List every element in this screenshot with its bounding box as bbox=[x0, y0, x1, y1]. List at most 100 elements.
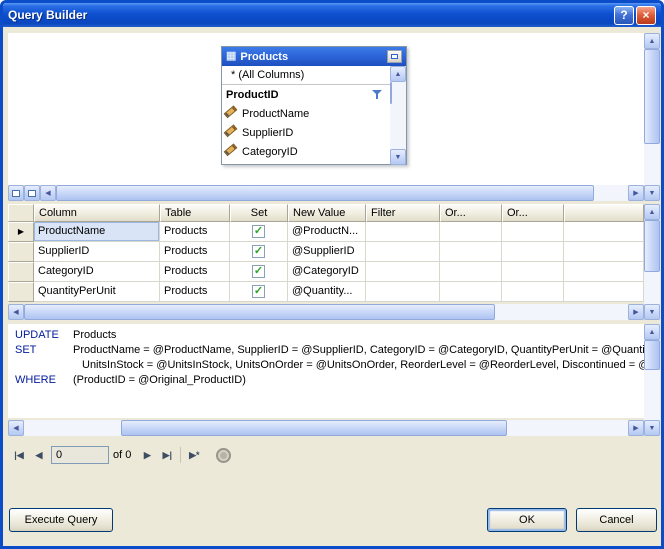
scroll-up-button[interactable]: ▲ bbox=[390, 66, 406, 82]
scroll-down-button[interactable]: ▼ bbox=[644, 304, 660, 320]
scroll-left-button[interactable]: ◀ bbox=[8, 304, 24, 320]
set-checkbox[interactable]: ✓ bbox=[252, 245, 265, 258]
grid-header-filter[interactable]: Filter bbox=[366, 204, 440, 222]
grid-row[interactable]: CategoryID Products ✓ @CategoryID bbox=[8, 262, 644, 282]
diagram-pane[interactable]: ▦ Products * (All Columns) ProductID bbox=[8, 33, 644, 185]
scrollbar-thumb[interactable] bbox=[56, 185, 594, 201]
grid-cell-set[interactable]: ✓ bbox=[230, 282, 288, 302]
grid-cell-or2[interactable] bbox=[502, 222, 564, 242]
grid-cell-filter[interactable] bbox=[366, 262, 440, 282]
grid-cell-or2[interactable] bbox=[502, 242, 564, 262]
scroll-down-button[interactable]: ▼ bbox=[644, 185, 660, 201]
scrollbar-track[interactable] bbox=[644, 340, 660, 420]
grid-cell-or2[interactable] bbox=[502, 282, 564, 302]
scroll-right-button[interactable]: ▶ bbox=[628, 304, 644, 320]
sql-pane[interactable]: UPDATE Products SET ProductName = @Produ… bbox=[8, 324, 644, 418]
table-column-row[interactable]: CategoryID bbox=[222, 142, 390, 161]
set-checkbox[interactable]: ✓ bbox=[252, 285, 265, 298]
products-table-header[interactable]: ▦ Products bbox=[222, 47, 406, 66]
grid-cell-or1[interactable] bbox=[440, 282, 502, 302]
grid-header-new-value[interactable]: New Value bbox=[288, 204, 366, 222]
help-button[interactable]: ? bbox=[614, 6, 634, 25]
grid-cell-table[interactable]: Products bbox=[160, 242, 230, 262]
grid-cell-column[interactable]: ProductName bbox=[34, 222, 160, 242]
move-previous-button[interactable]: ◀ bbox=[29, 445, 49, 465]
grid-row[interactable]: ▶ ProductName Products ✓ @ProductN... bbox=[8, 222, 644, 242]
grid-cell-column[interactable]: CategoryID bbox=[34, 262, 160, 282]
row-selector[interactable] bbox=[8, 282, 34, 302]
grid-header-set[interactable]: Set bbox=[230, 204, 288, 222]
sql-vertical-scrollbar[interactable]: ▲ ▼ bbox=[644, 324, 660, 436]
scrollbar-track[interactable] bbox=[644, 49, 660, 185]
grid-row[interactable]: QuantityPerUnit Products ✓ @Quantity... bbox=[8, 282, 644, 302]
grid-cell-set[interactable]: ✓ bbox=[230, 222, 288, 242]
table-column-row[interactable]: SupplierID bbox=[222, 123, 390, 142]
grid-header-column[interactable]: Column bbox=[34, 204, 160, 222]
grid-cell-set[interactable]: ✓ bbox=[230, 262, 288, 282]
scrollbar-thumb[interactable] bbox=[390, 82, 392, 104]
diagram-vertical-scrollbar[interactable]: ▲ ▼ bbox=[644, 33, 660, 201]
execute-query-button[interactable]: Execute Query bbox=[9, 508, 113, 532]
grid-cell-column[interactable]: QuantityPerUnit bbox=[34, 282, 160, 302]
diagram-horizontal-scrollbar[interactable]: ◀ ▶ bbox=[8, 185, 644, 201]
splitter-button[interactable] bbox=[24, 185, 40, 201]
grid-cell-or1[interactable] bbox=[440, 262, 502, 282]
row-selector[interactable]: ▶ bbox=[8, 222, 34, 242]
ok-button[interactable]: OK bbox=[487, 508, 567, 532]
move-next-button[interactable]: ▶ bbox=[137, 445, 157, 465]
grid-cell-new-value[interactable]: @CategoryID bbox=[288, 262, 366, 282]
scrollbar-thumb[interactable] bbox=[644, 340, 660, 370]
row-selector[interactable] bbox=[8, 242, 34, 262]
grid-cell-filter[interactable] bbox=[366, 242, 440, 262]
scroll-right-button[interactable]: ▶ bbox=[628, 185, 644, 201]
scrollbar-thumb[interactable] bbox=[24, 304, 495, 320]
grid-cell-or2[interactable] bbox=[502, 262, 564, 282]
grid-row[interactable]: SupplierID Products ✓ @SupplierID bbox=[8, 242, 644, 262]
sql-horizontal-scrollbar[interactable]: ◀ ▶ bbox=[8, 420, 644, 436]
scrollbar-thumb[interactable] bbox=[121, 420, 508, 436]
splitter-button[interactable] bbox=[8, 185, 24, 201]
scrollbar-thumb[interactable] bbox=[644, 49, 660, 144]
grid-cell-or1[interactable] bbox=[440, 222, 502, 242]
scrollbar-thumb[interactable] bbox=[644, 220, 660, 272]
grid-cell-new-value[interactable]: @SupplierID bbox=[288, 242, 366, 262]
cancel-button[interactable]: Cancel bbox=[576, 508, 657, 532]
scrollbar-track[interactable] bbox=[56, 185, 628, 201]
scrollbar-track[interactable] bbox=[644, 220, 660, 304]
row-selector[interactable] bbox=[8, 262, 34, 282]
grid-cell-table[interactable]: Products bbox=[160, 222, 230, 242]
grid-header-table[interactable]: Table bbox=[160, 204, 230, 222]
scroll-up-button[interactable]: ▲ bbox=[644, 324, 660, 340]
scrollbar-track[interactable] bbox=[24, 304, 628, 320]
stop-button[interactable] bbox=[216, 448, 231, 463]
table-column-row[interactable]: ProductName bbox=[222, 104, 390, 123]
table-column-row[interactable]: * (All Columns) bbox=[222, 66, 390, 85]
table-window-button[interactable] bbox=[387, 50, 402, 63]
scroll-up-button[interactable]: ▲ bbox=[644, 33, 660, 49]
scroll-left-button[interactable]: ◀ bbox=[8, 420, 24, 436]
grid-horizontal-scrollbar[interactable]: ◀ ▶ bbox=[8, 304, 644, 320]
products-table-window[interactable]: ▦ Products * (All Columns) ProductID bbox=[221, 46, 407, 165]
scrollbar-track[interactable] bbox=[24, 420, 628, 436]
grid-cell-table[interactable]: Products bbox=[160, 282, 230, 302]
grid-vertical-scrollbar[interactable]: ▲ ▼ bbox=[644, 204, 660, 320]
scroll-right-button[interactable]: ▶ bbox=[628, 420, 644, 436]
grid-cell-column[interactable]: SupplierID bbox=[34, 242, 160, 262]
set-checkbox[interactable]: ✓ bbox=[252, 225, 265, 238]
scroll-down-button[interactable]: ▼ bbox=[390, 149, 406, 165]
scroll-down-button[interactable]: ▼ bbox=[644, 420, 660, 436]
new-row-button[interactable]: ▶* bbox=[184, 445, 204, 465]
grid-cell-set[interactable]: ✓ bbox=[230, 242, 288, 262]
grid-cell-new-value[interactable]: @Quantity... bbox=[288, 282, 366, 302]
grid-cell-or1[interactable] bbox=[440, 242, 502, 262]
close-button[interactable]: × bbox=[636, 6, 656, 25]
grid-header-or2[interactable]: Or... bbox=[502, 204, 564, 222]
grid-cell-new-value[interactable]: @ProductN... bbox=[288, 222, 366, 242]
table-column-row[interactable]: ProductID bbox=[222, 85, 390, 104]
grid-cell-filter[interactable] bbox=[366, 282, 440, 302]
move-last-button[interactable]: ▶| bbox=[157, 445, 177, 465]
record-position-input[interactable] bbox=[51, 446, 109, 464]
grid-header-or1[interactable]: Or... bbox=[440, 204, 502, 222]
scroll-up-button[interactable]: ▲ bbox=[644, 204, 660, 220]
move-first-button[interactable]: |◀ bbox=[9, 445, 29, 465]
